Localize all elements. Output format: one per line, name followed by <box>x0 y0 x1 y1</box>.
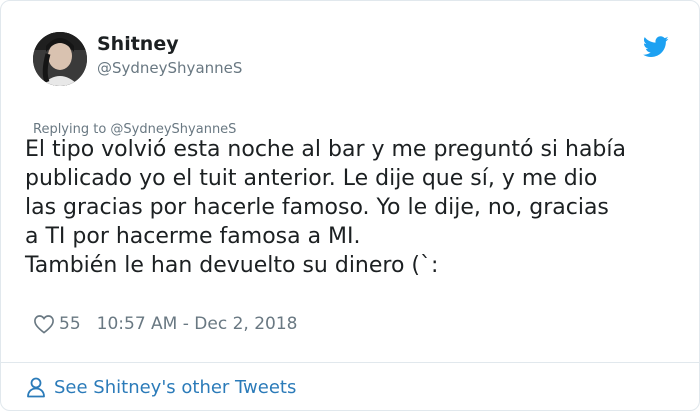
tweet-meta: 55 10:57 AM - Dec 2, 2018 <box>33 314 297 334</box>
like-count[interactable]: 55 <box>59 314 81 334</box>
divider <box>1 362 699 363</box>
twitter-bird-icon[interactable] <box>643 36 669 58</box>
author-name[interactable]: Shitney <box>97 33 179 55</box>
avatar-image <box>33 32 87 86</box>
person-icon <box>27 377 45 398</box>
avatar[interactable] <box>33 32 87 86</box>
timestamp[interactable]: 10:57 AM - Dec 2, 2018 <box>97 314 298 334</box>
see-other-tweets-link[interactable]: See Shitney's other Tweets <box>25 376 296 398</box>
tweet-text: El tipo volvió esta noche al bar y me pr… <box>25 137 626 278</box>
author-handle[interactable]: @SydneyShyanneS <box>97 59 242 77</box>
tweet-card: Shitney @SydneyShyanneS Replying to @Syd… <box>0 0 700 411</box>
see-other-tweets-label[interactable]: See Shitney's other Tweets <box>54 377 296 398</box>
heart-icon[interactable] <box>33 314 55 334</box>
